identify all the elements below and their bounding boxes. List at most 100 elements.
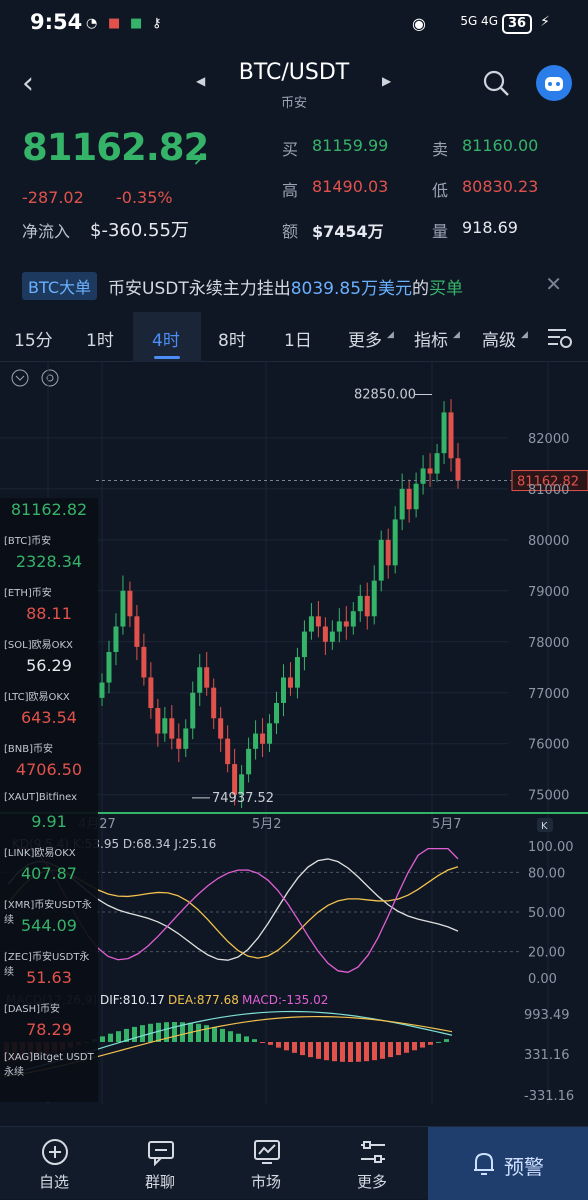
y-tick-label: 75000 [528,789,569,804]
tab-advanced[interactable]: 高级 [482,326,516,351]
status-bar: 9:54 ◔ ■ ■ ⚷ ◉ 5G 4G 36 ⚡ [0,0,588,50]
y-tick-label: 81000 [528,483,569,498]
tab-8h[interactable]: 8时 [218,326,246,351]
macd-histogram-bar [108,1033,113,1042]
watchlist-name: [LTC]欧易OKX [4,692,70,703]
macd-histogram-bar [372,1042,377,1061]
battery-icon: 36 [502,14,532,34]
macd-histogram-bar [252,1039,257,1042]
net-inflow-value: $-360.55万 [90,220,189,241]
advanced-caret-icon: ◢ [521,330,528,340]
more-caret-icon: ◢ [387,330,394,340]
collapse-icon[interactable] [11,369,29,387]
chat-icon [148,1141,174,1167]
high-value: 81490.03 [312,177,389,196]
macd-histogram-bar [396,1042,401,1056]
macd-histogram-bar [300,1042,305,1056]
watchlist-price[interactable]: 51.63 [0,968,98,987]
macd-histogram-bar [428,1042,433,1045]
candle-body [246,748,252,775]
bid-label: 买 [282,140,299,159]
tab-4h[interactable]: 4时 [152,326,180,351]
scroll-latest-icon: K [541,821,548,832]
macd-histogram-bar [172,1022,177,1042]
large-order-banner[interactable]: BTC大单 币安USDT永续主力挂出8039.85万美元的买单 ✕ [0,268,588,302]
volume-label: 量 [432,222,449,241]
tab-1d[interactable]: 1日 [284,326,312,351]
watchlist-price[interactable]: 81162.82 [0,500,98,519]
macd-histogram-bar [292,1042,297,1053]
watchlist-price[interactable]: 2328.34 [0,552,98,571]
nav-more[interactable]: 更多 [322,1127,422,1200]
watchlist-name: [DASH]币安 [4,1004,61,1015]
collapse-chevron [15,375,25,381]
nav-chat[interactable]: 群聊 [110,1127,210,1200]
last-price: 81162.82 [22,126,209,169]
candle-body [155,708,161,734]
candle-body [183,728,189,749]
amount-label: 额 [282,222,299,241]
watchlist-price[interactable]: 78.29 [0,1020,98,1039]
y-tick-label: 79000 [528,585,569,600]
candle-body [406,488,412,510]
watchlist-price[interactable]: 544.09 [0,916,98,935]
close-icon[interactable]: ✕ [545,272,562,296]
macd-histogram-bar [116,1031,121,1042]
chart-settings-icon[interactable] [546,326,574,350]
kdj-tick-label: 0.00 [528,972,557,987]
candle-body [392,519,398,566]
tab-15m[interactable]: 15分 [14,326,53,351]
macd-histogram-bar [356,1042,361,1062]
settings-hex-icon[interactable] [41,369,59,387]
next-pair-icon[interactable]: ▶ [382,74,391,88]
candle-body [280,677,286,703]
key-icon: ⚷ [152,16,162,31]
alert-button[interactable]: 预警 [428,1127,588,1200]
candle-body [364,595,370,617]
macd-value-label: MACD:-135.02 [242,993,328,1007]
watchlist-price[interactable]: 4706.50 [0,760,98,779]
candle-body [427,468,433,474]
alert-label: 预警 [504,1155,544,1179]
watchlist-price[interactable]: 643.54 [0,708,98,727]
banner-tag: BTC大单 [22,272,97,300]
macd-histogram-bar [132,1026,137,1042]
watchlist-price[interactable]: 407.87 [0,864,98,883]
tab-more[interactable]: 更多 [348,326,382,351]
candle-body [218,718,224,739]
macd-histogram-bar [444,1039,449,1042]
candle-body [106,651,112,683]
nav-market[interactable]: 市场 [216,1127,316,1200]
candle-body [190,692,196,729]
macd-histogram-bar [308,1042,313,1058]
candle-body [301,631,307,658]
charging-icon: ⚡ [540,14,550,30]
candle-body [267,723,273,744]
candle-body [315,616,321,627]
watchlist-price[interactable]: 88.11 [0,604,98,623]
candle-body [378,539,384,581]
ask-label: 卖 [432,140,449,159]
search-icon[interactable] [482,69,510,97]
watchlist-name: [XAG]Bitget USDT永续 [4,1052,94,1078]
y-tick-label: 80000 [528,534,569,549]
watchlist-name: [ETH]币安 [4,588,52,599]
watchlist-price[interactable]: 56.29 [0,656,98,675]
watchlist-name: [SOL]欧易OKX [4,640,73,651]
tab-indicators[interactable]: 指标 [414,326,448,351]
candle-body [357,595,363,612]
macd-histogram-bar [140,1025,145,1042]
nav-chat-label: 群聊 [144,1173,175,1191]
up-arrow-icon: ↗ [192,146,209,170]
candle-body [253,733,259,749]
candle-body [322,626,328,642]
watchlist-price[interactable]: 9.91 [0,812,98,831]
watchlist-name: [BTC]币安 [4,536,52,547]
tab-1h[interactable]: 1时 [86,326,114,351]
macd-histogram-bar [420,1042,425,1048]
assistant-bot-icon[interactable] [536,65,572,101]
watchlist-overlay[interactable]: 81162.82 [BTC]币安 2328.34 [ETH]币安 88.11 [SOL]欧… [0,498,98,1102]
macd-dif-label: DIF:810.17 [100,993,165,1007]
nav-favorites[interactable]: 自选 [4,1127,104,1200]
chart-toolbar [11,369,59,387]
